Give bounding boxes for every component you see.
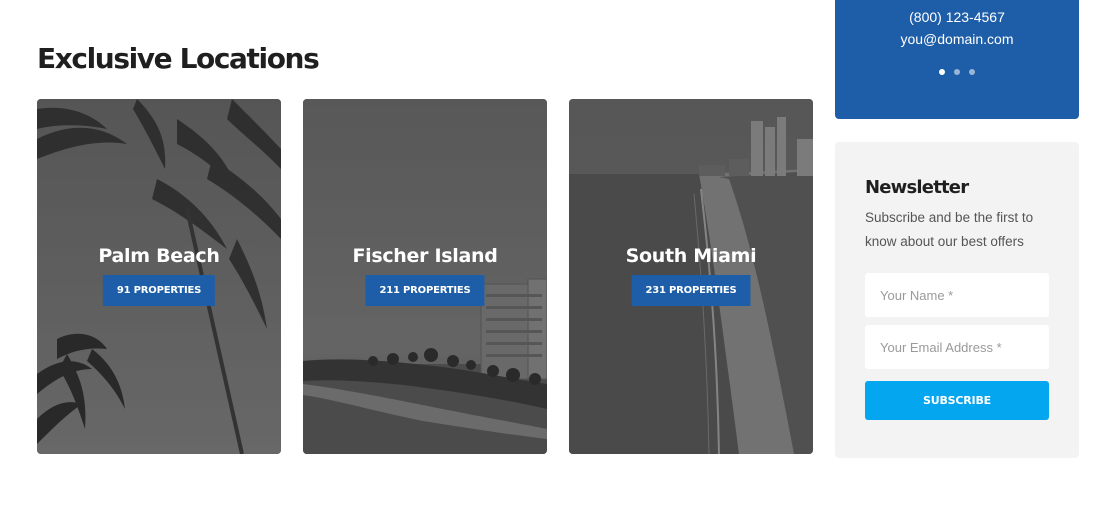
carousel-dots [835, 69, 1079, 75]
newsletter-widget: Newsletter Subscribe and be the first to… [835, 142, 1079, 458]
location-name: South Miami [625, 245, 757, 267]
contact-phone[interactable]: (800) 123-4567 [835, 9, 1079, 25]
location-card-south-miami[interactable]: South Miami 231 PROPERTIES [569, 99, 813, 454]
location-card-fischer-island[interactable]: Fischer Island 211 PROPERTIES [303, 99, 547, 454]
subscribe-button[interactable]: SUBSCRIBE [865, 381, 1049, 420]
newsletter-title: Newsletter [865, 177, 969, 198]
contact-email[interactable]: you@domain.com [835, 31, 1079, 47]
properties-count-badge[interactable]: 91 PROPERTIES [102, 275, 216, 306]
email-input[interactable] [865, 325, 1049, 369]
newsletter-description: Subscribe and be the first to know about… [865, 210, 1034, 249]
location-card-palm-beach[interactable]: Palm Beach 91 PROPERTIES [37, 99, 281, 454]
location-name: Palm Beach [98, 245, 220, 267]
name-input[interactable] [865, 273, 1049, 317]
carousel-dot-2[interactable] [954, 69, 960, 75]
carousel-dot-1[interactable] [939, 69, 945, 75]
properties-count-badge[interactable]: 211 PROPERTIES [365, 275, 485, 306]
properties-count-badge[interactable]: 231 PROPERTIES [631, 275, 751, 306]
location-name: Fischer Island [352, 245, 498, 267]
section-title: Exclusive Locations [37, 42, 320, 75]
contact-card: (800) 123-4567 you@domain.com [835, 0, 1079, 119]
carousel-dot-3[interactable] [969, 69, 975, 75]
